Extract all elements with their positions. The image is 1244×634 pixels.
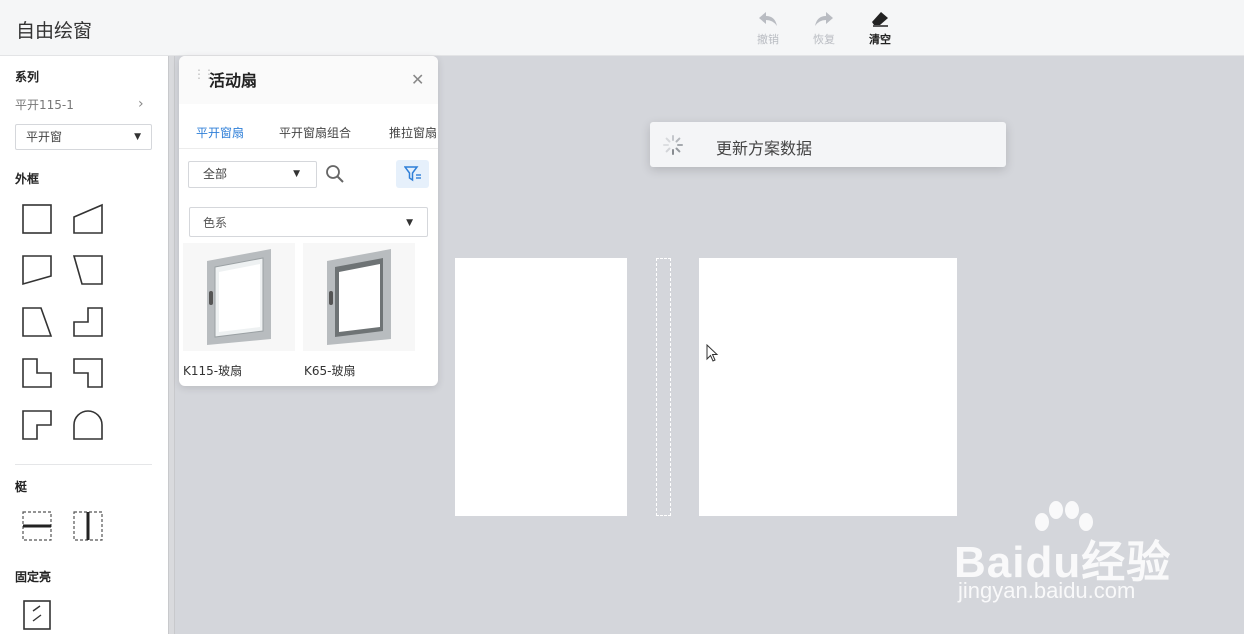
l-notch-bottom-right-shape[interactable] xyxy=(21,409,53,441)
l-notch-bottom-left-shape[interactable] xyxy=(72,357,104,389)
window-panel-left[interactable] xyxy=(455,258,627,516)
toast-message: 更新方案数据 xyxy=(716,139,813,158)
frame-title: 外框 xyxy=(15,172,40,186)
shape-palette: 系列 平开115-1 › 平开窗 ▼ 外框 梃 固定亮 xyxy=(0,56,168,634)
series-value[interactable]: 平开115-1 xyxy=(15,96,74,113)
l-notch-top-right-shape[interactable] xyxy=(21,357,53,389)
product-name: K115-玻扇 xyxy=(183,364,243,378)
eraser-icon xyxy=(872,12,888,27)
drag-handle-icon[interactable]: ⋮⋮ xyxy=(193,68,215,80)
clear-label: 清空 xyxy=(869,33,891,46)
undo-icon xyxy=(759,12,777,26)
tab-sliding-sash[interactable]: 推拉窗扇 xyxy=(389,124,437,141)
clear-button[interactable]: 清空 xyxy=(860,10,900,47)
undo-label: 撤销 xyxy=(757,33,779,46)
window-sash-image xyxy=(207,249,271,345)
tab-divider xyxy=(179,148,438,149)
rect-frame-shape[interactable] xyxy=(21,203,53,235)
close-icon[interactable]: ✕ xyxy=(411,70,424,89)
window-type-value: 平开窗 xyxy=(26,130,63,144)
tab-casement-sash[interactable]: 平开窗扇 xyxy=(196,124,244,141)
undo-button[interactable]: 撤销 xyxy=(748,10,788,47)
color-filter-select[interactable]: 色系 ▼ xyxy=(189,207,428,237)
tab-casement-sash-combo[interactable]: 平开窗扇组合 xyxy=(279,124,351,141)
color-filter-placeholder: 色系 xyxy=(203,216,228,230)
filter-icon xyxy=(404,166,421,182)
window-type-select[interactable]: 平开窗 ▼ xyxy=(15,124,152,150)
trapezoid-frame-shape[interactable] xyxy=(72,254,104,286)
redo-button[interactable]: 恢复 xyxy=(804,10,844,47)
palette-splitter[interactable] xyxy=(168,56,175,634)
mullion-title: 梃 xyxy=(15,480,28,494)
search-icon[interactable] xyxy=(325,164,345,184)
vertical-mullion-shape[interactable] xyxy=(72,510,104,542)
fixed-light-title: 固定亮 xyxy=(15,570,52,584)
app-title: 自由绘窗 xyxy=(16,20,93,42)
slanted-right-frame-shape[interactable] xyxy=(21,254,53,286)
watermark-url: jingyan.baidu.com xyxy=(958,578,1136,603)
top-bar: 自由绘窗 撤销 恢复 清空 xyxy=(0,0,1244,56)
section-divider xyxy=(15,464,152,465)
window-sash-image xyxy=(327,249,391,345)
loading-toast: 更新方案数据 xyxy=(650,122,1006,167)
product-thumb-k115[interactable] xyxy=(183,243,295,351)
panel-title: 活动扇 xyxy=(209,71,258,90)
fixed-glass-shape[interactable] xyxy=(21,599,53,631)
product-name: K65-玻扇 xyxy=(304,364,356,378)
active-sash-panel: ⋮⋮ 活动扇 ✕ 平开窗扇 平开窗扇组合 推拉窗扇 全部 ▼ 色系 ▼ K115… xyxy=(179,56,438,386)
mouse-cursor-icon xyxy=(706,344,719,362)
category-value: 全部 xyxy=(203,167,228,181)
product-thumb-k65[interactable] xyxy=(303,243,415,351)
redo-icon xyxy=(815,12,833,26)
filter-button[interactable] xyxy=(396,160,429,188)
caret-down-icon: ▼ xyxy=(134,132,141,142)
category-select[interactable]: 全部 ▼ xyxy=(188,161,317,188)
caret-down-icon: ▼ xyxy=(293,169,300,179)
mullion-placeholder[interactable] xyxy=(656,258,671,516)
trapezoid-bottom-frame-shape[interactable] xyxy=(21,306,53,338)
horizontal-mullion-shape[interactable] xyxy=(21,510,53,542)
redo-label: 恢复 xyxy=(813,33,835,46)
l-notch-top-left-shape[interactable] xyxy=(72,306,104,338)
window-panel-right[interactable] xyxy=(699,258,957,516)
panel-header: ⋮⋮ 活动扇 ✕ xyxy=(179,56,438,104)
caret-down-icon: ▼ xyxy=(406,218,413,228)
chevron-right-icon[interactable]: › xyxy=(138,96,144,112)
baidu-watermark: Baidu经验 jingyan.baidu.com xyxy=(954,500,1194,610)
loading-spinner-icon xyxy=(663,135,683,155)
slanted-top-frame-shape[interactable] xyxy=(72,203,104,235)
series-title: 系列 xyxy=(15,70,40,84)
arch-frame-shape[interactable] xyxy=(72,409,104,441)
